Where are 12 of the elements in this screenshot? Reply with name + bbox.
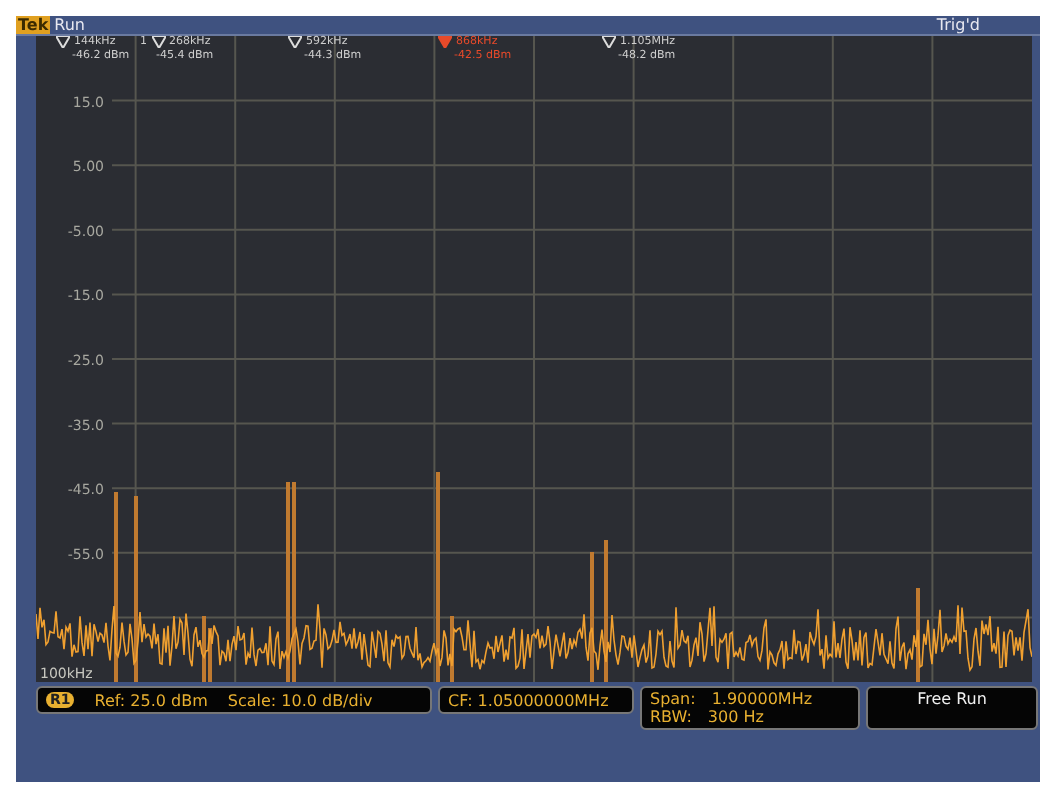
- rbw-label: RBW:: [650, 708, 692, 726]
- marker-triangle-icon[interactable]: [438, 36, 452, 48]
- run-mode: Free Run: [917, 690, 987, 708]
- brand-logo: Tek: [16, 16, 51, 34]
- span-value: 1.90000MHz: [711, 690, 813, 708]
- rbw-value: 300 Hz: [707, 708, 764, 726]
- acquisition-mode: Run: [54, 16, 87, 34]
- trigger-status: Trig'd: [936, 16, 980, 34]
- reference-level: Ref: 25.0 dBm: [94, 691, 208, 709]
- span-label: Span:: [650, 690, 696, 708]
- vertical-scale: Scale: 10.0 dB/div: [227, 691, 373, 709]
- center-frequency: CF: 1.05000000MHz: [448, 691, 609, 709]
